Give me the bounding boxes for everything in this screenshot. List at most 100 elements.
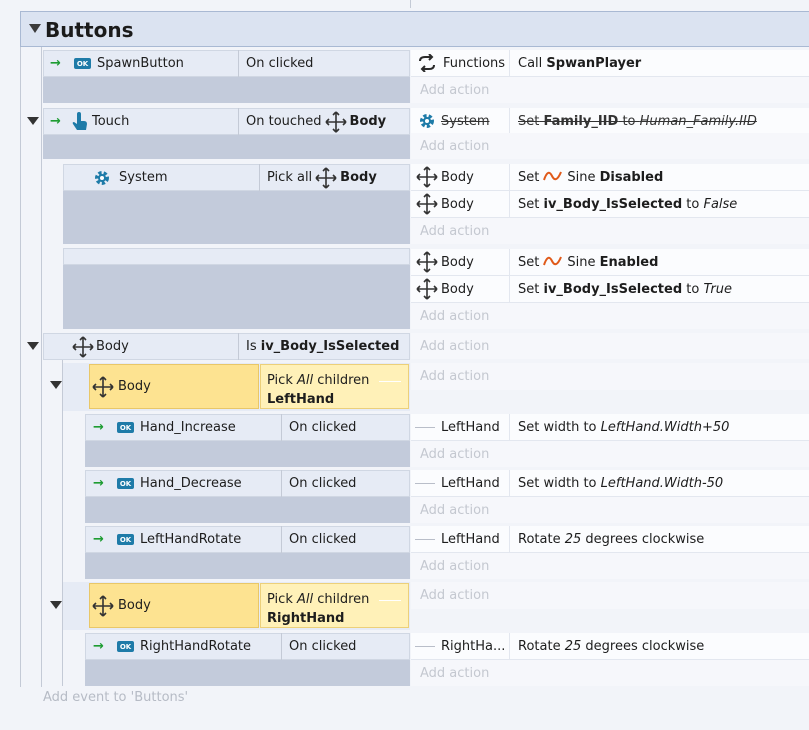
button-object-icon: OK: [74, 58, 91, 69]
action-object-name: LeftHand: [441, 475, 500, 491]
action-prefix: Set: [518, 281, 540, 297]
condition-target: Body: [349, 114, 387, 129]
action-object[interactable]: RightHa...: [411, 633, 509, 660]
object-name: Hand_Decrease: [140, 476, 242, 491]
condition-text[interactable]: Pick All children LeftHand: [260, 364, 409, 409]
variable-value: False: [703, 196, 738, 212]
action-text[interactable]: Set iv_Body_IsSelected to True: [509, 276, 809, 303]
action-text[interactable]: Rotate 25 degrees clockwise: [509, 633, 809, 660]
action-text[interactable]: Set Sine Enabled: [509, 249, 809, 276]
variable-value: Human_Family.IID: [639, 113, 757, 129]
object-name: Body: [118, 598, 151, 613]
action-object[interactable]: Body: [411, 276, 509, 303]
collapse-icon[interactable]: [50, 601, 62, 609]
condition-text[interactable]: On touched Body: [246, 108, 386, 135]
condition-text[interactable]: Is iv_Body_IsSelected: [246, 333, 399, 360]
add-action-link[interactable]: Add action: [411, 363, 809, 390]
event-row-left-pick[interactable]: Body: [89, 364, 259, 409]
collapse-icon[interactable]: [50, 381, 62, 389]
collapse-icon[interactable]: [27, 342, 39, 350]
condition-target: LeftHand: [267, 392, 335, 407]
action-to: to: [686, 281, 700, 297]
trigger-arrow-icon: →: [93, 532, 104, 547]
divider: [259, 164, 260, 191]
button-object-icon: OK: [117, 534, 134, 545]
action-expression: LeftHand.Width-50: [600, 475, 724, 491]
action-text[interactable]: Call SpwanPlayer: [509, 50, 809, 77]
add-action-link[interactable]: Add action: [411, 303, 809, 329]
action-object[interactable]: Body: [411, 191, 509, 218]
action-object[interactable]: Functions: [411, 50, 509, 77]
trigger-arrow-icon: →: [50, 114, 61, 129]
sprite-line-icon: [415, 482, 435, 484]
add-action-link[interactable]: Add action: [411, 660, 809, 686]
action-degrees: 25: [564, 638, 582, 654]
tree-line: [20, 47, 21, 687]
add-action-link[interactable]: Add action: [411, 553, 809, 579]
event-row-right-pick[interactable]: Body: [89, 583, 259, 628]
action-text[interactable]: Set width to LeftHand.Width+50: [509, 414, 809, 441]
action-object[interactable]: LeftHand: [411, 526, 509, 553]
collapse-icon[interactable]: [29, 24, 41, 33]
move-arrows-icon: [92, 594, 114, 617]
divider: [238, 333, 239, 360]
trigger-arrow-icon: →: [50, 56, 61, 71]
sprite-line-icon: [415, 426, 435, 428]
object-name: Touch: [92, 114, 130, 129]
behavior-name: Sine: [567, 169, 596, 185]
condition-target: iv_Body_IsSelected: [260, 339, 400, 354]
else-condition-row[interactable]: [63, 248, 410, 265]
condition-text[interactable]: On clicked: [246, 50, 313, 77]
condition-children: children: [317, 592, 370, 607]
add-action-link[interactable]: Add action: [411, 77, 809, 103]
condition-text[interactable]: On clicked: [289, 470, 356, 497]
event-row-hand-increase[interactable]: → OK Hand_Increase: [85, 414, 410, 441]
condition-text[interactable]: On clicked: [289, 633, 356, 660]
action-object[interactable]: System: [411, 108, 509, 135]
add-action-link[interactable]: Add action: [411, 582, 809, 609]
add-action-link[interactable]: Add action: [411, 497, 809, 523]
condition-text[interactable]: Pick all Body: [267, 164, 377, 191]
action-text[interactable]: Set Sine Disabled: [509, 164, 809, 191]
action-object-name: RightHa...: [441, 638, 506, 654]
action-object[interactable]: Body: [411, 164, 509, 191]
collapse-icon[interactable]: [27, 117, 39, 125]
condition-all: All: [296, 373, 314, 388]
add-action-link[interactable]: Add action: [411, 441, 809, 467]
condition-label: Pick: [267, 592, 293, 607]
action-text[interactable]: Rotate 25 degrees clockwise: [509, 526, 809, 553]
action-object[interactable]: Body: [411, 249, 509, 276]
divider: [281, 526, 282, 553]
divider: [281, 470, 282, 497]
add-action-link[interactable]: Add action: [411, 133, 809, 159]
group-header[interactable]: Buttons: [20, 11, 809, 47]
move-arrows-icon: [416, 166, 438, 188]
move-arrows-icon: [416, 193, 438, 215]
add-action-link[interactable]: Add action: [411, 333, 809, 359]
move-arrows-icon: [92, 375, 114, 398]
action-object[interactable]: LeftHand: [411, 470, 509, 497]
action-prefix: Rotate: [518, 638, 561, 654]
event-row-spawn[interactable]: → OK SpawnButton: [43, 50, 410, 77]
add-action-link[interactable]: Add action: [411, 218, 809, 244]
action-to: to: [622, 113, 636, 129]
event-row-left-rotate[interactable]: → OK LeftHandRotate: [85, 526, 410, 553]
event-row-hand-decrease[interactable]: → OK Hand_Decrease: [85, 470, 410, 497]
action-object[interactable]: LeftHand: [411, 414, 509, 441]
add-event-link[interactable]: Add event to 'Buttons': [43, 690, 188, 705]
event-row-right-rotate[interactable]: → OK RightHandRotate: [85, 633, 410, 660]
action-object-name: Body: [441, 281, 474, 297]
behavior-state: Disabled: [599, 169, 664, 185]
object-name: Hand_Increase: [140, 420, 236, 435]
condition-target: RightHand: [267, 611, 345, 626]
action-degrees: 25: [564, 531, 582, 547]
action-text[interactable]: Set width to LeftHand.Width-50: [509, 470, 809, 497]
condition-text[interactable]: Pick All children RightHand: [260, 583, 409, 628]
action-text[interactable]: Set iv_Body_IsSelected to False: [509, 191, 809, 218]
condition-label: Pick all: [267, 170, 313, 185]
action-text[interactable]: Set Family_IID to Human_Family.IID: [509, 108, 809, 135]
action-prefix: Call: [518, 55, 543, 71]
variable-name: iv_Body_IsSelected: [543, 196, 683, 212]
condition-text[interactable]: On clicked: [289, 414, 356, 441]
condition-text[interactable]: On clicked: [289, 526, 356, 553]
